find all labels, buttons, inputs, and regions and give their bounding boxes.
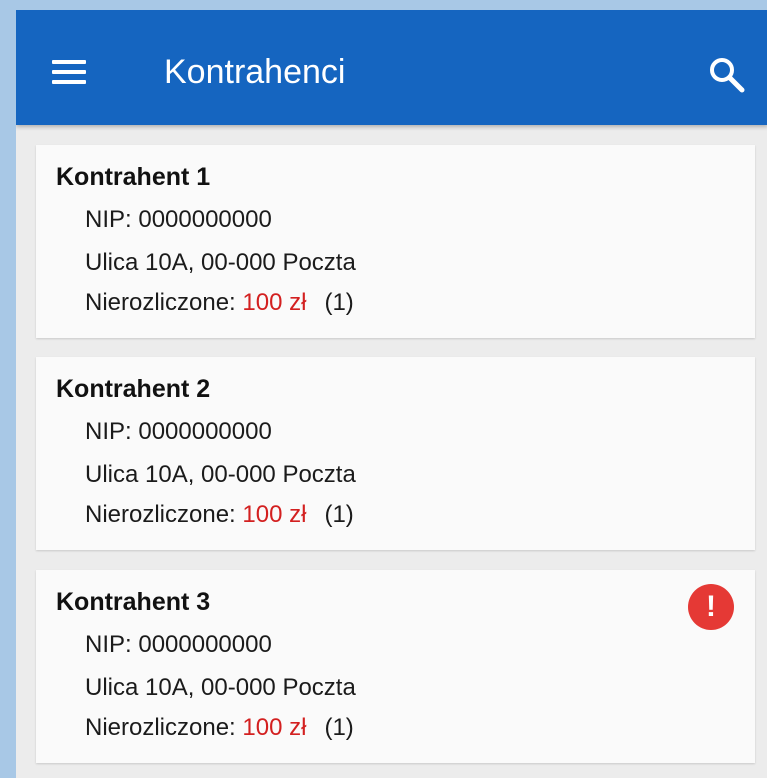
app-bar: Kontrahenci bbox=[16, 10, 767, 125]
page-title: Kontrahenci bbox=[164, 53, 346, 91]
contractor-address: Ulica 10A, 00-000 Poczta bbox=[85, 461, 356, 488]
search-icon[interactable] bbox=[706, 54, 746, 94]
hamburger-menu-icon[interactable] bbox=[52, 60, 86, 86]
contractor-address: Ulica 10A, 00-000 Poczta bbox=[85, 249, 356, 276]
unsettled-row: Nierozliczone: 100 zł (1) bbox=[85, 288, 354, 318]
unsettled-label: Nierozliczone: bbox=[85, 501, 243, 528]
contractor-card[interactable]: Kontrahent 3 ! NIP: 0000000000 Ulica 10A… bbox=[36, 570, 755, 763]
unsettled-count: (1) bbox=[324, 714, 354, 741]
unsettled-amount: 100 zł bbox=[242, 714, 307, 741]
contractor-name: Kontrahent 1 bbox=[56, 163, 211, 191]
app-screen: Kontrahenci Kontrahent 1 NIP: 0000000000… bbox=[16, 10, 767, 778]
unsettled-row: Nierozliczone: 100 zł (1) bbox=[85, 713, 354, 743]
contractor-nip: NIP: 0000000000 bbox=[85, 418, 272, 445]
contractor-nip: NIP: 0000000000 bbox=[85, 206, 272, 233]
contractor-nip: NIP: 0000000000 bbox=[85, 631, 272, 658]
unsettled-amount: 100 zł bbox=[242, 501, 307, 528]
unsettled-row: Nierozliczone: 100 zł (1) bbox=[85, 500, 354, 530]
contractor-name: Kontrahent 3 bbox=[56, 588, 211, 616]
unsettled-label: Nierozliczone: bbox=[85, 714, 243, 741]
contractor-name: Kontrahent 2 bbox=[56, 375, 211, 403]
unsettled-count: (1) bbox=[324, 501, 354, 528]
contractor-card[interactable]: Kontrahent 2 NIP: 0000000000 Ulica 10A, … bbox=[36, 357, 755, 550]
unsettled-label: Nierozliczone: bbox=[85, 289, 243, 316]
unsettled-count: (1) bbox=[324, 289, 354, 316]
contractor-card[interactable]: Kontrahent 1 NIP: 0000000000 Ulica 10A, … bbox=[36, 145, 755, 338]
alert-circle-icon: ! bbox=[688, 584, 734, 630]
contractor-address: Ulica 10A, 00-000 Poczta bbox=[85, 674, 356, 701]
unsettled-amount: 100 zł bbox=[242, 289, 307, 316]
